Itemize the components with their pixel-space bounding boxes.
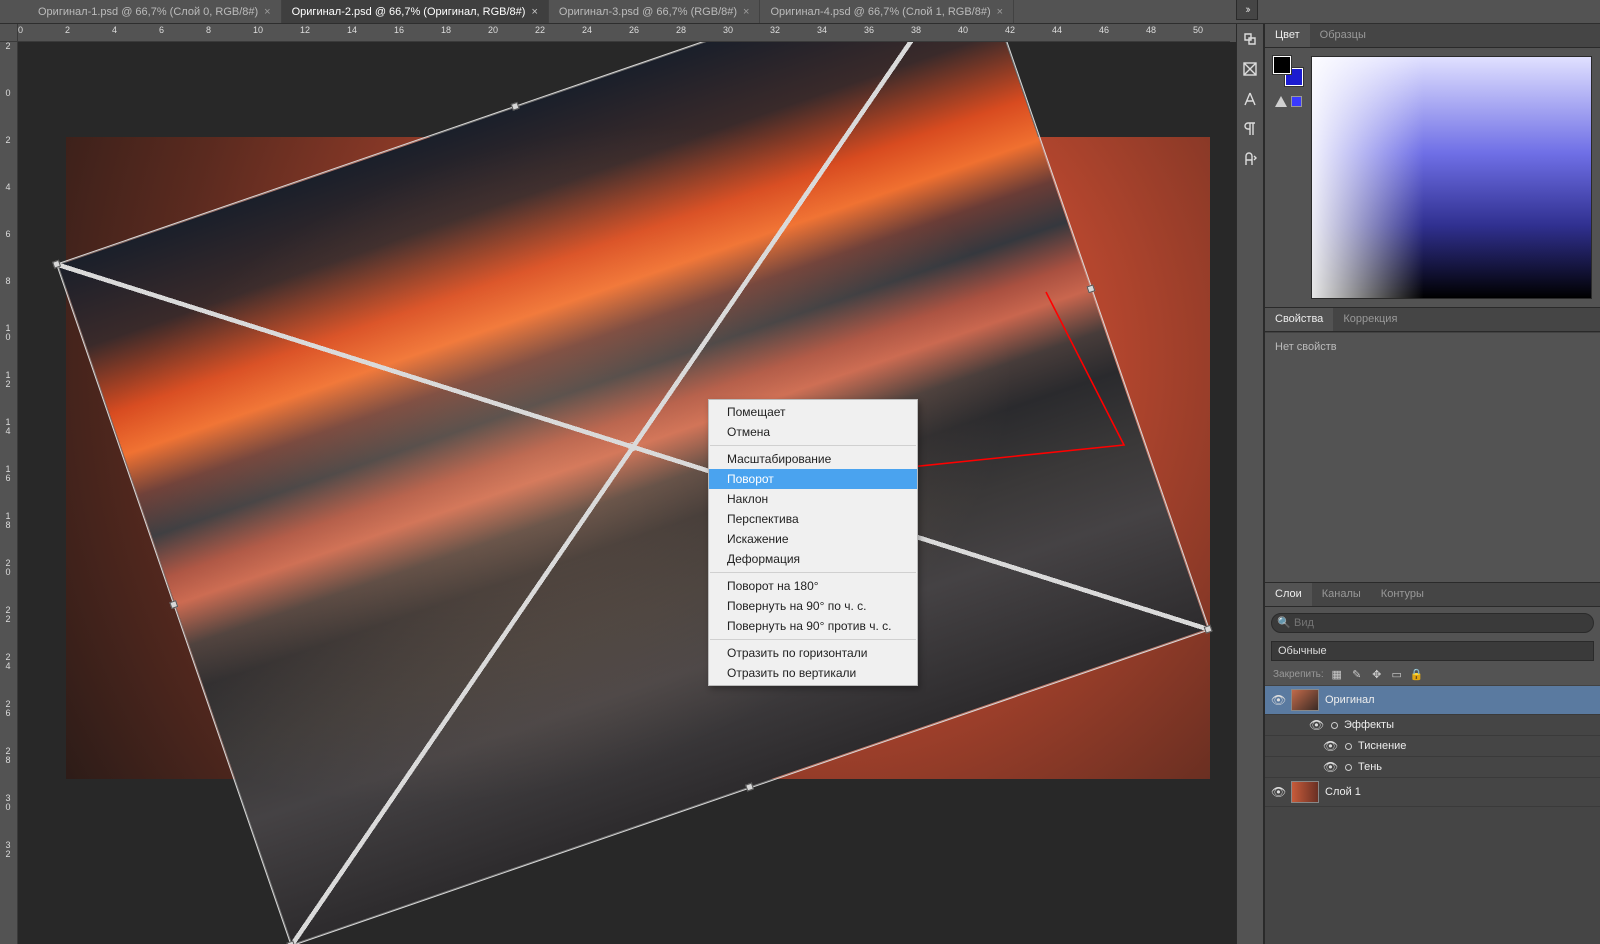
paragraph-icon[interactable]	[1241, 120, 1259, 138]
blend-mode-select[interactable]: Обычные	[1271, 641, 1594, 661]
effect-dot-icon	[1345, 743, 1352, 750]
menu-item-5[interactable]: Наклон	[709, 489, 917, 509]
layer-row-1[interactable]: 👁 Эффекты	[1265, 715, 1600, 736]
gamut-warning-icon[interactable]	[1275, 96, 1287, 107]
glyphs-icon[interactable]	[1241, 150, 1259, 168]
transform-context-menu: ПомещаетОтмена МасштабированиеПоворотНакл…	[708, 399, 918, 686]
layer-name: Эффекты	[1344, 719, 1394, 731]
menu-separator	[710, 445, 916, 446]
effect-dot-icon	[1345, 764, 1352, 771]
menu-item-12[interactable]: Повернуть на 90° против ч. с.	[709, 616, 917, 636]
swap-colors-icon[interactable]	[1241, 30, 1259, 48]
canvas[interactable]: ПомещаетОтмена МасштабированиеПоворотНакл…	[18, 42, 1236, 944]
menu-item-6[interactable]: Перспектива	[709, 509, 917, 529]
layers-lock-row: Закрепить: ▦ ✎ ✥ ▭ 🔒	[1265, 663, 1600, 686]
layer-row-0[interactable]: 👁 Оригинал	[1265, 686, 1600, 715]
right-panels: Цвет Образцы Свойства Коррекция Нет свой…	[1264, 24, 1600, 944]
search-icon: 🔍	[1277, 616, 1291, 629]
document-tab-label: Оригинал-3.psd @ 66,7% (RGB/8#)	[559, 6, 737, 18]
tab-layers[interactable]: Слои	[1265, 583, 1312, 606]
menu-item-14[interactable]: Отразить по горизонтали	[709, 643, 917, 663]
color-field[interactable]	[1311, 56, 1592, 299]
lock-all-icon[interactable]: 🔒	[1410, 667, 1424, 681]
layer-thumbnail[interactable]	[1291, 781, 1319, 803]
effect-dot-icon	[1331, 722, 1338, 729]
document-tab-1[interactable]: Оригинал-2.psd @ 66,7% (Оригинал, RGB/8#…	[282, 0, 549, 23]
tab-swatches[interactable]: Образцы	[1310, 24, 1376, 47]
document-tab-0[interactable]: Оригинал-1.psd @ 66,7% (Слой 0, RGB/8#) ×	[28, 0, 282, 23]
tab-color[interactable]: Цвет	[1265, 24, 1310, 47]
visibility-icon[interactable]: 👁	[1271, 785, 1285, 799]
close-icon[interactable]: ×	[997, 6, 1003, 18]
menu-item-8[interactable]: Деформация	[709, 549, 917, 569]
document-tab-2[interactable]: Оригинал-3.psd @ 66,7% (RGB/8#) ×	[549, 0, 761, 23]
visibility-icon[interactable]: 👁	[1323, 739, 1337, 753]
properties-panel: Свойства Коррекция Нет свойств	[1265, 308, 1600, 583]
document-tab-label: Оригинал-1.psd @ 66,7% (Слой 0, RGB/8#)	[38, 6, 258, 18]
layer-name: Слой 1	[1325, 786, 1361, 798]
lock-artboard-icon[interactable]: ▭	[1390, 667, 1404, 681]
close-icon[interactable]: ×	[531, 6, 537, 18]
menu-separator	[710, 572, 916, 573]
horizontal-ruler: 0246810121416182022242628303234363840424…	[18, 24, 1230, 42]
menu-item-4[interactable]: Поворот	[709, 469, 917, 489]
visibility-icon[interactable]: 👁	[1323, 760, 1337, 774]
layer-row-4[interactable]: 👁 Слой 1	[1265, 778, 1600, 807]
tab-properties[interactable]: Свойства	[1265, 308, 1333, 331]
properties-body: Нет свойств	[1265, 332, 1600, 582]
lock-label: Закрепить:	[1273, 669, 1324, 680]
color-panel: Цвет Образцы	[1265, 24, 1600, 308]
menu-item-11[interactable]: Повернуть на 90° по ч. с.	[709, 596, 917, 616]
menu-item-1[interactable]: Отмена	[709, 422, 917, 442]
visibility-icon[interactable]: 👁	[1271, 693, 1285, 707]
transform-icon[interactable]	[1241, 60, 1259, 78]
tab-channels[interactable]: Каналы	[1312, 583, 1371, 606]
layer-row-3[interactable]: 👁 Тень	[1265, 757, 1600, 778]
lock-position-icon[interactable]: ✥	[1370, 667, 1384, 681]
fg-bg-swatch[interactable]	[1273, 56, 1303, 86]
menu-item-0[interactable]: Помещает	[709, 402, 917, 422]
menu-item-10[interactable]: Поворот на 180°	[709, 576, 917, 596]
close-icon[interactable]: ×	[264, 6, 270, 18]
lock-brush-icon[interactable]: ✎	[1350, 667, 1364, 681]
type-icon[interactable]	[1241, 90, 1259, 108]
document-tabs: Оригинал-1.psd @ 66,7% (Слой 0, RGB/8#) ×…	[0, 0, 1600, 24]
lock-pixels-icon[interactable]: ▦	[1330, 667, 1344, 681]
vertical-toolbar	[1236, 24, 1264, 944]
tab-adjustments[interactable]: Коррекция	[1333, 308, 1407, 331]
close-icon[interactable]: ×	[743, 6, 749, 18]
layers-filter: 🔍	[1271, 613, 1594, 633]
tab-paths[interactable]: Контуры	[1371, 583, 1434, 606]
document-tab-label: Оригинал-4.psd @ 66,7% (Слой 1, RGB/8#)	[770, 6, 990, 18]
ruler-corner	[0, 24, 18, 42]
menu-item-3[interactable]: Масштабирование	[709, 449, 917, 469]
menu-separator	[710, 639, 916, 640]
layers-panel: Слои Каналы Контуры 🔍 Обычные Закрепить:…	[1265, 583, 1600, 944]
menu-item-7[interactable]: Искажение	[709, 529, 917, 549]
websafe-swatch[interactable]	[1291, 96, 1302, 107]
visibility-icon[interactable]: 👁	[1309, 718, 1323, 732]
panels-collapse-grip[interactable]: ››	[1236, 0, 1258, 20]
menu-item-15[interactable]: Отразить по вертикали	[709, 663, 917, 683]
document-tab-label: Оригинал-2.psd @ 66,7% (Оригинал, RGB/8#…	[292, 6, 526, 18]
document-tab-3[interactable]: Оригинал-4.psd @ 66,7% (Слой 1, RGB/8#) ×	[760, 0, 1014, 23]
layer-name: Тень	[1358, 761, 1382, 773]
layers-filter-input[interactable]	[1271, 613, 1594, 633]
layer-name: Тиснение	[1358, 740, 1406, 752]
layer-name: Оригинал	[1325, 694, 1375, 706]
layer-row-2[interactable]: 👁 Тиснение	[1265, 736, 1600, 757]
vertical-ruler: 2024681 01 21 41 61 82 02 22 42 62 83 03…	[0, 42, 18, 944]
layer-thumbnail[interactable]	[1291, 689, 1319, 711]
